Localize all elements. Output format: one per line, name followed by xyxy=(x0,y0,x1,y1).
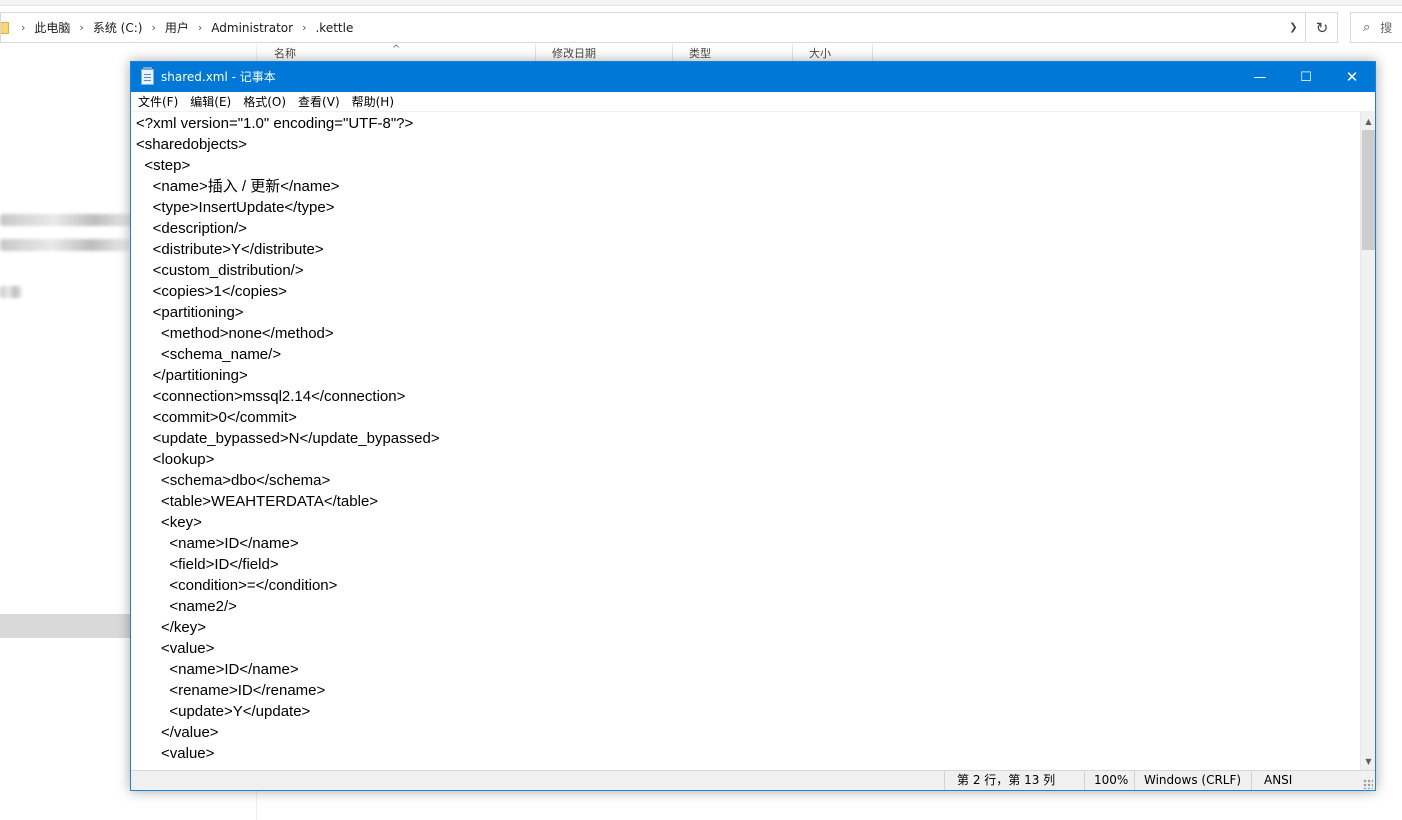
text-line: <step> xyxy=(136,157,191,174)
text-line: <name>ID</name> xyxy=(136,535,299,552)
text-line: <copies>1</copies> xyxy=(136,283,287,300)
minimize-icon: — xyxy=(1253,69,1267,85)
text-line: <name>ID</name> xyxy=(136,661,299,678)
notepad-icon xyxy=(141,67,154,85)
window-title: shared.xml - 记事本 xyxy=(161,70,276,84)
blurred-nav-item xyxy=(0,214,135,226)
breadcrumb-kettle[interactable]: .kettle xyxy=(315,21,353,35)
chevron-right-icon: › xyxy=(151,21,156,34)
text-line: <schema>dbo</schema> xyxy=(136,472,331,489)
menu-view[interactable]: 查看(V) xyxy=(293,92,347,112)
blurred-nav-item xyxy=(0,239,130,251)
chevron-right-icon: › xyxy=(197,21,203,34)
close-icon: ✕ xyxy=(1345,68,1359,86)
text-line: <lookup> xyxy=(136,451,215,468)
breadcrumb-administrator[interactable]: Administrator xyxy=(211,21,293,35)
text-line: </value> xyxy=(136,724,219,741)
text-line: <field>ID</field> xyxy=(136,556,279,573)
text-line: <rename>ID</rename> xyxy=(136,682,326,699)
text-line: <schema_name/> xyxy=(136,346,282,363)
text-line: </partitioning> xyxy=(136,367,248,384)
close-button[interactable]: ✕ xyxy=(1329,62,1375,92)
refresh-icon: ↻ xyxy=(1315,18,1329,37)
text-line: <partitioning> xyxy=(136,304,244,321)
text-line: <table>WEAHTERDATA</table> xyxy=(136,493,379,510)
text-line: <custom_distribution/> xyxy=(136,262,304,279)
menu-bar: 文件(F) 编辑(E) 格式(O) 查看(V) 帮助(H) xyxy=(131,92,1375,112)
resize-grip-icon[interactable] xyxy=(1363,779,1373,789)
text-line: <update_bypassed>N</update_bypassed> xyxy=(136,430,440,447)
search-input[interactable]: ⌕ 搜 xyxy=(1350,12,1402,43)
search-placeholder: 搜 xyxy=(1380,21,1393,35)
minimize-button[interactable]: — xyxy=(1237,62,1283,92)
text-line: <key> xyxy=(136,514,202,531)
title-bar[interactable]: shared.xml - 记事本 — ☐ ✕ xyxy=(131,62,1375,92)
chevron-right-icon: › xyxy=(21,21,26,34)
text-line: <description/> xyxy=(136,220,247,237)
chevron-right-icon: › xyxy=(302,21,307,34)
text-line: <name>插入 / 更新</name> xyxy=(136,178,340,195)
maximize-button[interactable]: ☐ xyxy=(1283,62,1329,92)
editor-content: <?xml version="1.0" encoding="UTF-8"?> <… xyxy=(136,113,440,764)
text-line: <connection>mssql2.14</connection> xyxy=(136,388,406,405)
address-bar[interactable]: › 此电脑 › 系统 (C:) › 用户 › Administrator › .… xyxy=(0,12,1306,43)
text-line: </key> xyxy=(136,619,207,636)
text-line: <condition>=</condition> xyxy=(136,577,338,594)
text-line: <distribute>Y</distribute> xyxy=(136,241,324,258)
text-line: <value> xyxy=(136,745,215,762)
menu-help[interactable]: 帮助(H) xyxy=(347,92,401,112)
text-line: <update>Y</update> xyxy=(136,703,311,720)
text-line: <type>InsertUpdate</type> xyxy=(136,199,335,216)
text-line: <sharedobjects> xyxy=(136,136,247,153)
chevron-down-icon[interactable]: ❯ xyxy=(1281,12,1306,43)
breadcrumb-users[interactable]: 用户 xyxy=(165,19,189,36)
menu-file[interactable]: 文件(F) xyxy=(133,92,185,112)
text-line: <value> xyxy=(136,640,215,657)
scroll-down-icon[interactable]: ▼ xyxy=(1361,754,1375,768)
text-line: <name2/> xyxy=(136,598,237,615)
status-bar: 第 2 行，第 13 列 100% Windows (CRLF) ANSI xyxy=(131,770,1375,790)
breadcrumb-this-pc[interactable]: 此电脑 xyxy=(34,19,70,36)
zoom-level: 100% xyxy=(1084,771,1134,790)
menu-edit[interactable]: 编辑(E) xyxy=(185,92,238,112)
vertical-scrollbar[interactable]: ▲ ▼ xyxy=(1360,112,1375,770)
scroll-up-icon[interactable]: ▲ xyxy=(1361,114,1375,128)
text-line: <method>none</method> xyxy=(136,325,334,342)
scroll-thumb[interactable] xyxy=(1362,130,1375,250)
chevron-right-icon: › xyxy=(79,21,84,34)
maximize-icon: ☐ xyxy=(1300,69,1312,85)
explorer-tab-strip xyxy=(0,0,1402,6)
folder-icon xyxy=(1,21,9,34)
notepad-window: shared.xml - 记事本 — ☐ ✕ 文件(F) 编辑(E) 格式(O)… xyxy=(130,61,1376,791)
line-ending: Windows (CRLF) xyxy=(1134,771,1251,790)
sort-up-icon: ^ xyxy=(392,44,401,55)
encoding: ANSI xyxy=(1251,771,1375,790)
text-line: <commit>0</commit> xyxy=(136,409,297,426)
text-line: <?xml version="1.0" encoding="UTF-8"?> xyxy=(136,115,414,132)
cursor-position: 第 2 行，第 13 列 xyxy=(944,771,1084,790)
nav-selected-item[interactable] xyxy=(0,614,131,638)
search-icon: ⌕ xyxy=(1363,20,1371,35)
blurred-nav-item xyxy=(0,286,22,298)
menu-format[interactable]: 格式(O) xyxy=(238,92,293,112)
refresh-button[interactable]: ↻ xyxy=(1307,12,1338,43)
breadcrumb-system-drive[interactable]: 系统 (C:) xyxy=(93,19,143,36)
text-editor[interactable]: <?xml version="1.0" encoding="UTF-8"?> <… xyxy=(131,112,1360,770)
